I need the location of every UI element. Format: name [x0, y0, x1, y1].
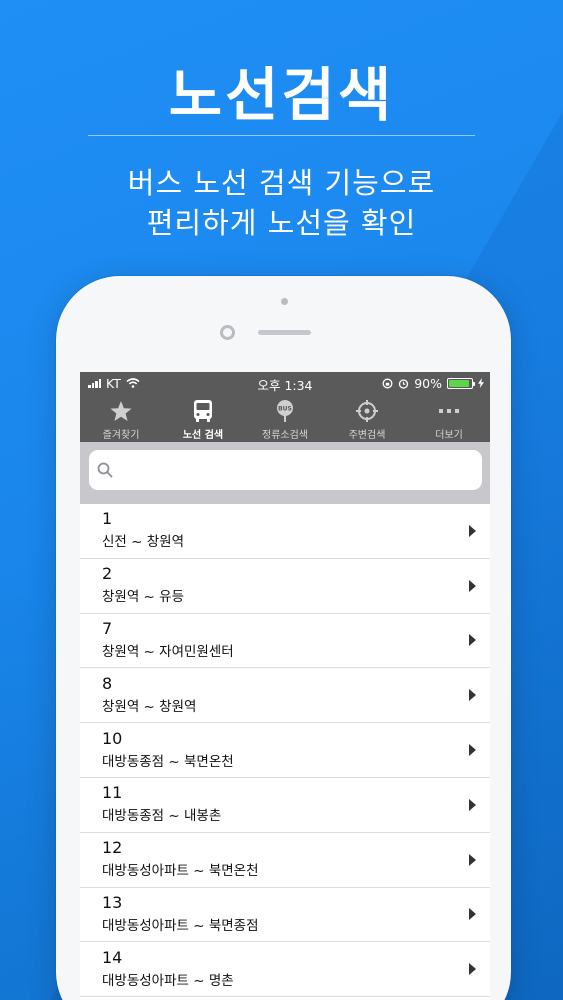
- route-endpoints: 창원역 ~ 유등: [102, 589, 184, 606]
- chevron-right-icon: [469, 798, 476, 811]
- chevron-right-icon: [469, 908, 476, 921]
- list-item[interactable]: 11 대방동종점 ~ 내봉촌: [80, 778, 490, 833]
- tab-label: 더보기: [435, 430, 463, 441]
- signal-icon: [88, 378, 101, 388]
- tab-label: 정류소검색: [262, 430, 308, 441]
- phone-speaker: [258, 330, 311, 335]
- list-item[interactable]: 12 대방동성아파트 ~ 북면온천: [80, 833, 490, 888]
- alarm-icon: [399, 378, 409, 389]
- subtitle-line-2: 편리하게 노선을 확인: [146, 206, 417, 240]
- tab-stop-search[interactable]: BUS 정류소검색: [244, 394, 326, 442]
- bus-icon: [194, 400, 212, 422]
- chevron-right-icon: [469, 634, 476, 647]
- charging-icon: [478, 378, 484, 388]
- search-area: [80, 442, 490, 504]
- route-endpoints: 대방동성아파트 ~ 북면온천: [102, 863, 259, 880]
- search-icon: [97, 462, 113, 478]
- star-icon: [110, 400, 132, 421]
- chevron-right-icon: [469, 963, 476, 976]
- route-number: 14: [102, 947, 123, 967]
- list-item[interactable]: 1 신전 ~ 창원역: [80, 504, 490, 559]
- phone-camera: [220, 325, 235, 340]
- route-endpoints: 대방동성아파트 ~ 북면종점: [102, 917, 259, 934]
- battery-level: [449, 379, 469, 387]
- route-list: 1 신전 ~ 창원역 2 창원역 ~ 유등 7 창원역 ~ 자여민원센터 8 창…: [80, 504, 490, 998]
- list-item[interactable]: 10 대방동종점 ~ 북면온천: [80, 723, 490, 778]
- search-box[interactable]: [89, 450, 482, 490]
- tab-more[interactable]: 더보기: [408, 394, 490, 442]
- tab-label: 주변검색: [348, 430, 386, 441]
- search-input[interactable]: [119, 455, 482, 485]
- route-endpoints: 창원역 ~ 창원역: [102, 698, 197, 715]
- route-endpoints: 창원역 ~ 자여민원센터: [102, 643, 234, 660]
- tab-label: 노선 검색: [182, 430, 224, 441]
- chevron-right-icon: [469, 579, 476, 592]
- svg-text:BUS: BUS: [278, 406, 292, 413]
- list-item[interactable]: 14 대방동성아파트 ~ 명촌: [80, 942, 490, 998]
- crosshair-icon: [356, 400, 378, 422]
- headline-divider: [88, 135, 475, 136]
- subtitle-line-1: 버스 노선 검색 기능으로: [127, 166, 436, 200]
- chevron-right-icon: [469, 689, 476, 702]
- route-number: 2: [102, 564, 113, 584]
- list-item[interactable]: 2 창원역 ~ 유등: [80, 559, 490, 614]
- carrier-name: KT: [106, 375, 121, 391]
- list-item[interactable]: 13 대방동성아파트 ~ 북면종점: [80, 888, 490, 943]
- route-number: 10: [102, 728, 123, 748]
- route-endpoints: 신전 ~ 창원역: [102, 534, 184, 551]
- route-endpoints: 대방동종점 ~ 내봉촌: [102, 808, 222, 825]
- battery-icon: [447, 377, 475, 389]
- more-dots-icon: [439, 409, 459, 413]
- tab-label: 즐겨찾기: [102, 430, 140, 441]
- bus-stop-icon: BUS: [277, 400, 293, 422]
- list-item[interactable]: 7 창원역 ~ 자여민원센터: [80, 614, 490, 669]
- app-screen: KT 오후 1:34 90% 즐겨찾기 노선 검색 BUS 정류소검색 주변검색…: [80, 372, 490, 1000]
- route-endpoints: 대방동성아파트 ~ 명촌: [102, 972, 234, 989]
- chevron-right-icon: [469, 853, 476, 866]
- route-number: 12: [102, 838, 123, 858]
- route-number: 7: [102, 618, 113, 638]
- route-number: 1: [102, 509, 113, 529]
- route-endpoints: 대방동종점 ~ 북면온천: [102, 753, 234, 770]
- rotation-lock-icon: [382, 378, 393, 388]
- page-headline: 노선검색: [168, 61, 395, 129]
- tab-route-search[interactable]: 노선 검색: [162, 394, 244, 442]
- chevron-right-icon: [469, 524, 476, 537]
- phone-sensor-dot: [281, 298, 288, 305]
- chevron-right-icon: [469, 744, 476, 757]
- route-number: 13: [102, 892, 123, 912]
- status-bar: KT 오후 1:34 90%: [80, 372, 490, 394]
- route-number: 8: [102, 673, 113, 693]
- wifi-icon: [126, 378, 140, 388]
- route-number: 11: [102, 783, 123, 803]
- battery-percent: 90%: [414, 375, 442, 391]
- tab-favorites[interactable]: 즐겨찾기: [80, 394, 162, 442]
- list-item[interactable]: 8 창원역 ~ 창원역: [80, 668, 490, 724]
- tab-nearby-search[interactable]: 주변검색: [326, 394, 408, 442]
- tab-bar: 즐겨찾기 노선 검색 BUS 정류소검색 주변검색 더보기: [80, 394, 490, 442]
